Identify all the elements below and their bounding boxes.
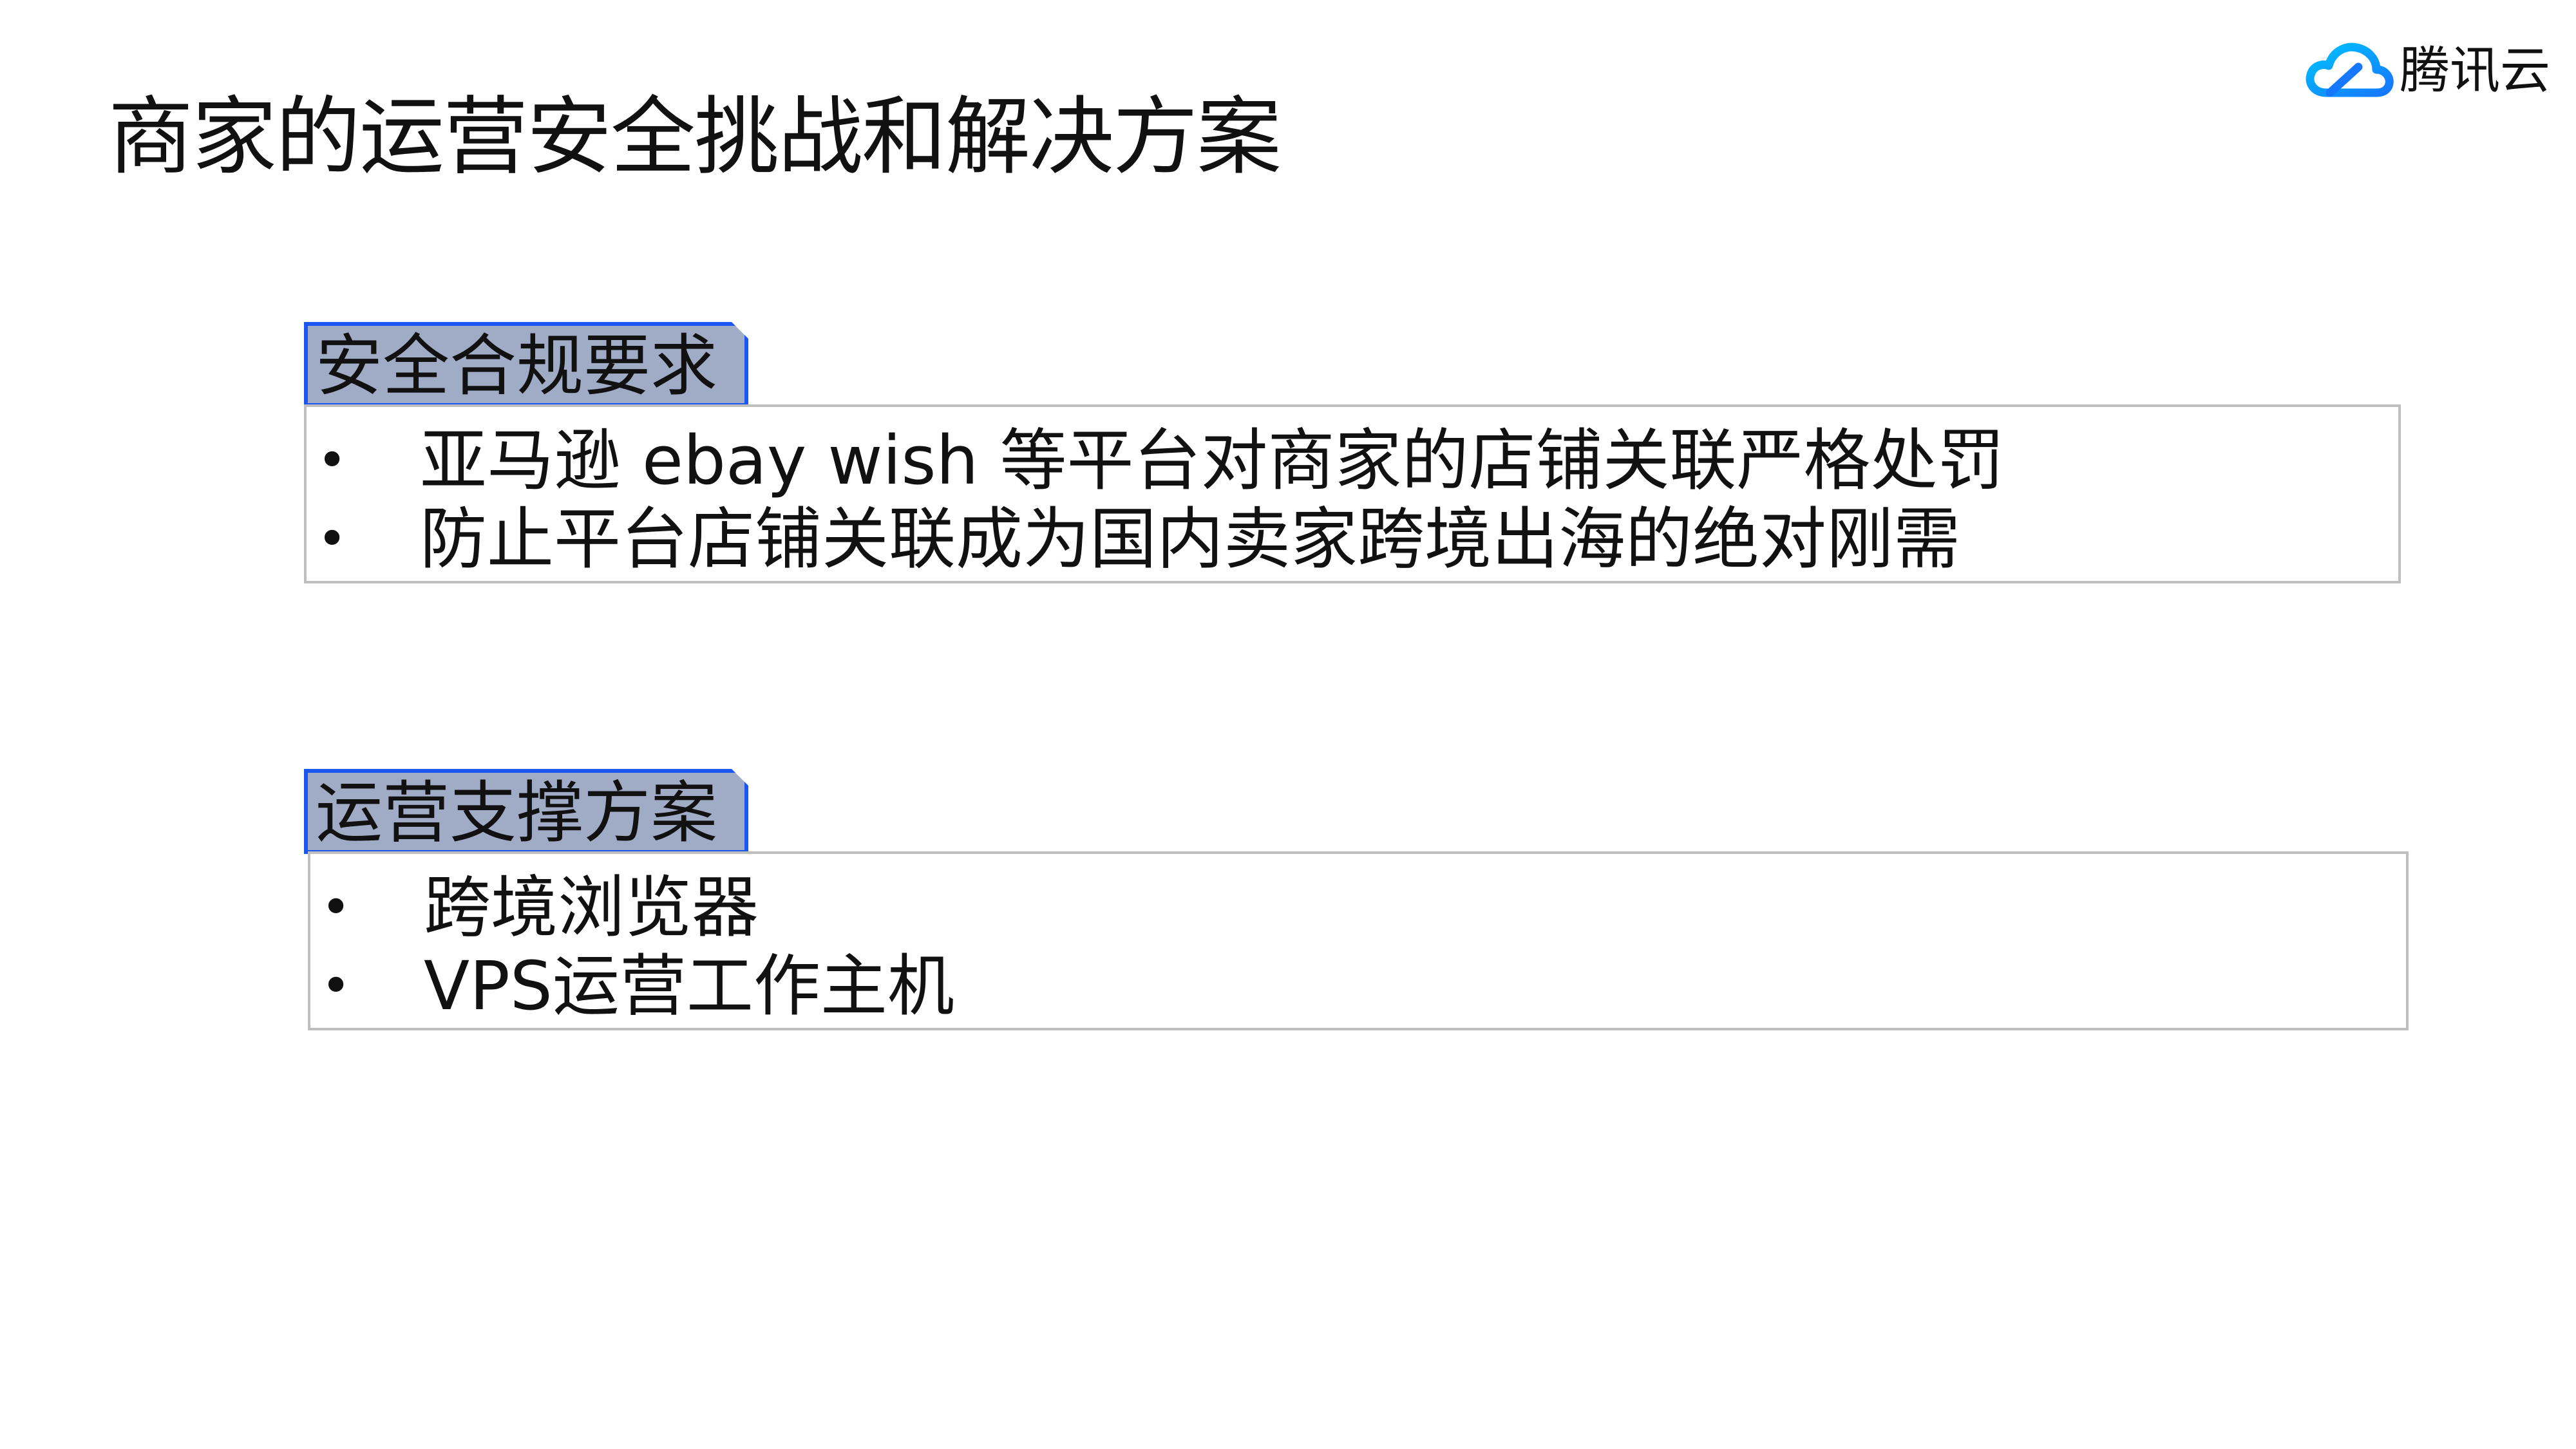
section-box: • 跨境浏览器 • VPS运营工作主机 (308, 851, 2409, 1030)
page-title: 商家的运营安全挑战和解决方案 (108, 88, 1282, 187)
section-box: • 亚马逊 ebay wish 等平台对商家的店铺关联严格处罚 • 防止平台店铺… (304, 404, 2401, 583)
section-label: 安全合规要求 (316, 327, 718, 405)
bullet-text: 跨境浏览器 (424, 868, 759, 947)
bullet-dot: • (317, 430, 348, 490)
section-compliance: 安全合规要求 • 亚马逊 ebay wish 等平台对商家的店铺关联严格处罚 •… (304, 322, 2403, 592)
bullet-text: 防止平台店铺关联成为国内卖家跨境出海的绝对刚需 (420, 500, 1961, 578)
bullet-text: VPS运营工作主机 (424, 947, 954, 1025)
tencent-cloud-icon (2306, 43, 2394, 97)
tencent-cloud-logo: 腾讯云 (2304, 33, 2550, 108)
section-label: 运营支撑方案 (316, 773, 718, 852)
logo-text: 腾讯云 (2400, 42, 2551, 100)
bullet-dot: • (321, 877, 352, 937)
bullet-dot: • (321, 956, 352, 1016)
bullet-dot: • (317, 509, 348, 569)
section-operations: 运营支撑方案 • 跨境浏览器 • VPS运营工作主机 (304, 769, 2409, 1039)
bullet-text: 亚马逊 ebay wish 等平台对商家的店铺关联严格处罚 (420, 421, 2005, 500)
